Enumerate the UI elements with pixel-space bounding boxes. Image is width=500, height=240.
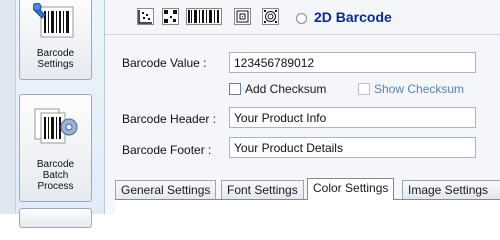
barcode-footer-label: Barcode Footer : <box>122 143 212 157</box>
add-checksum-label: Add Checksum <box>245 82 327 96</box>
aztec-icon[interactable] <box>234 8 251 25</box>
left-sidebar: Barcode Settings Barcode Batch Process <box>0 0 105 228</box>
tab-color-settings[interactable]: Color Settings <box>307 178 395 200</box>
sidebar-next-button[interactable] <box>19 208 92 228</box>
barcode-batch-gear-icon <box>34 108 78 144</box>
qr-code-icon[interactable] <box>162 8 179 25</box>
barcode-batch-process-label: Barcode Batch Process <box>36 159 75 192</box>
barcode-2d-label: 2D Barcode <box>314 9 392 25</box>
barcode-settings-button[interactable]: Barcode Settings <box>19 0 92 80</box>
barcode-header-input[interactable] <box>229 107 476 128</box>
barcode-wrench-icon <box>33 3 74 38</box>
barcode-settings-label: Barcode Settings <box>36 48 75 70</box>
barcode-2d-radio[interactable] <box>296 13 307 24</box>
barcode-value-input[interactable] <box>229 52 476 73</box>
tab-general-settings[interactable]: General Settings <box>115 180 217 199</box>
section-divider <box>105 34 500 35</box>
barcode-batch-process-button[interactable]: Barcode Batch Process <box>19 94 92 202</box>
datamatrix-icon[interactable] <box>137 8 154 25</box>
show-checksum-checkbox[interactable] <box>358 83 370 95</box>
barcode-value-label: Barcode Value : <box>122 56 207 70</box>
tab-font-settings[interactable]: Font Settings <box>221 180 304 199</box>
sidebar-edge <box>0 0 16 214</box>
settings-tabs: General Settings Font Settings Color Set… <box>115 178 500 214</box>
tab-image-settings[interactable]: Image Settings <box>402 180 500 199</box>
pdf417-icon[interactable] <box>186 8 222 25</box>
maxicode-icon[interactable] <box>262 8 279 25</box>
barcode-footer-input[interactable] <box>229 137 476 158</box>
barcode-header-label: Barcode Header : <box>122 112 217 126</box>
show-checksum-label: Show Checksum <box>374 82 465 96</box>
add-checksum-checkbox[interactable] <box>229 83 241 95</box>
